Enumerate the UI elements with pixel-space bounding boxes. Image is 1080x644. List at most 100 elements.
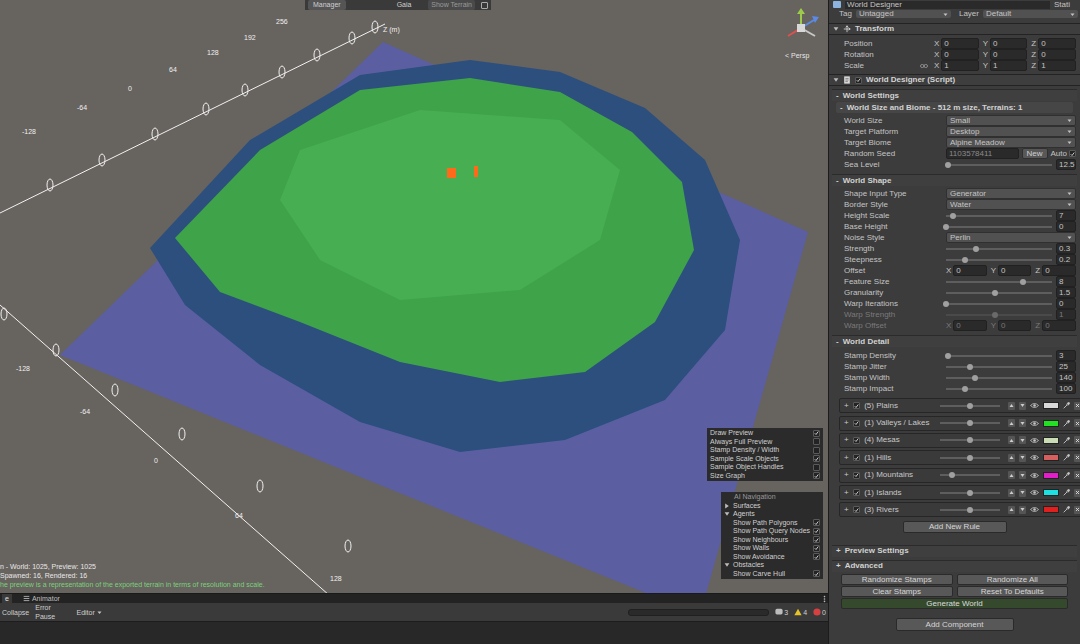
eyedropper-icon[interactable] bbox=[1063, 506, 1070, 513]
rule-expander[interactable]: + bbox=[844, 488, 849, 498]
foldout-icon[interactable] bbox=[833, 77, 839, 83]
orientation-gizmo-icon[interactable] bbox=[782, 8, 820, 48]
log-count[interactable]: 0 bbox=[813, 608, 826, 617]
scene-view[interactable]: ManagerGaiaShow TerrainZ (m)256192128640… bbox=[0, 0, 828, 593]
rule-enabled-checkbox[interactable] bbox=[853, 472, 860, 479]
toolbar-tab[interactable]: Manager bbox=[308, 0, 346, 10]
section-header[interactable]: -World Settings bbox=[832, 89, 1077, 101]
section-expander[interactable]: - bbox=[836, 337, 839, 347]
number-field[interactable]: 0 bbox=[941, 38, 978, 49]
preview-option[interactable]: Always Full Preview bbox=[710, 438, 820, 447]
color-swatch[interactable] bbox=[1043, 437, 1059, 444]
slider[interactable] bbox=[946, 385, 1052, 393]
component-enabled-checkbox[interactable] bbox=[855, 77, 862, 84]
number-field[interactable]: 3 bbox=[1056, 350, 1076, 361]
checkbox[interactable] bbox=[813, 464, 820, 471]
remove-rule-button[interactable] bbox=[1074, 489, 1080, 497]
slider-knob[interactable] bbox=[949, 472, 955, 478]
slider-knob[interactable] bbox=[992, 290, 998, 296]
color-swatch[interactable] bbox=[1043, 454, 1059, 461]
rule-expander[interactable]: + bbox=[844, 470, 849, 480]
console-dropdown[interactable]: Editor bbox=[76, 608, 101, 617]
number-field[interactable]: 0 bbox=[1042, 265, 1076, 276]
move-down-button[interactable] bbox=[1019, 489, 1026, 497]
layer-dropdown[interactable]: Default bbox=[983, 10, 1078, 18]
section-expander[interactable]: + bbox=[836, 546, 841, 556]
section-header[interactable]: -World Detail bbox=[832, 335, 1077, 347]
number-field[interactable]: 1.5 bbox=[1056, 287, 1076, 298]
eye-icon[interactable] bbox=[1030, 472, 1039, 479]
slider[interactable] bbox=[946, 278, 1052, 286]
number-field[interactable]: 0 bbox=[1056, 221, 1076, 232]
show-terrain-button[interactable]: Show Terrain bbox=[428, 0, 475, 10]
number-field[interactable]: 0 bbox=[990, 49, 1027, 60]
auto-seed-toggle[interactable]: Auto bbox=[1051, 149, 1076, 159]
color-swatch[interactable] bbox=[1043, 402, 1059, 409]
slider-knob[interactable] bbox=[962, 386, 968, 392]
remove-rule-button[interactable] bbox=[1074, 506, 1080, 514]
slider-knob[interactable] bbox=[967, 437, 973, 443]
eyedropper-icon[interactable] bbox=[1063, 402, 1070, 409]
checkbox[interactable] bbox=[813, 447, 820, 454]
slider[interactable] bbox=[946, 374, 1052, 382]
slider[interactable] bbox=[946, 300, 1052, 308]
rule-enabled-checkbox[interactable] bbox=[853, 402, 860, 409]
rule-enabled-checkbox[interactable] bbox=[853, 454, 860, 461]
toolbar-menu-icon[interactable] bbox=[481, 2, 488, 9]
number-field[interactable]: 0 bbox=[941, 49, 978, 60]
eye-icon[interactable] bbox=[1030, 402, 1039, 409]
add-rule-button[interactable]: Add New Rule bbox=[903, 521, 1007, 533]
color-swatch[interactable] bbox=[1043, 506, 1059, 513]
move-down-button[interactable] bbox=[1019, 506, 1026, 514]
static-label[interactable]: Stati bbox=[1054, 0, 1076, 9]
seed-field[interactable]: 1103578411 bbox=[946, 148, 1019, 159]
slider[interactable] bbox=[946, 245, 1052, 253]
section-header[interactable]: +Advanced bbox=[832, 560, 1077, 572]
checkbox[interactable] bbox=[813, 553, 820, 560]
slider[interactable] bbox=[946, 352, 1052, 360]
remove-rule-button[interactable] bbox=[1074, 454, 1080, 462]
log-count[interactable]: 3 bbox=[775, 608, 788, 617]
dropdown[interactable]: Perlin bbox=[946, 232, 1076, 243]
number-field[interactable]: 0 bbox=[953, 320, 986, 331]
move-down-button[interactable] bbox=[1019, 471, 1026, 479]
number-field[interactable]: 0 bbox=[1056, 298, 1076, 309]
eye-icon[interactable] bbox=[1030, 489, 1039, 496]
slider[interactable] bbox=[940, 506, 1000, 514]
transform-header[interactable]: Transform bbox=[829, 23, 1080, 35]
move-down-button[interactable] bbox=[1019, 402, 1026, 410]
section-header[interactable]: +Preview Settings bbox=[832, 545, 1077, 557]
eye-icon[interactable] bbox=[1030, 437, 1039, 444]
nav-option[interactable]: Show Carve Hull bbox=[724, 570, 820, 579]
slider-knob[interactable] bbox=[967, 364, 973, 370]
projection-label[interactable]: < Persp bbox=[785, 51, 809, 60]
eyedropper-icon[interactable] bbox=[1063, 437, 1070, 444]
slider[interactable] bbox=[946, 289, 1052, 297]
slider-knob[interactable] bbox=[945, 353, 951, 359]
slider[interactable] bbox=[946, 256, 1052, 264]
slider-knob[interactable] bbox=[967, 490, 973, 496]
eyedropper-icon[interactable] bbox=[1063, 454, 1070, 461]
dropdown[interactable]: Desktop bbox=[946, 126, 1076, 137]
slider[interactable] bbox=[946, 311, 1052, 319]
move-up-button[interactable] bbox=[1008, 506, 1015, 514]
move-down-button[interactable] bbox=[1019, 419, 1026, 427]
nav-option[interactable]: Show Neighbours bbox=[724, 536, 820, 545]
action-button[interactable]: Clear Stamps bbox=[841, 586, 953, 597]
color-swatch[interactable] bbox=[1043, 489, 1059, 496]
number-field[interactable]: 0 bbox=[998, 265, 1031, 276]
checkbox[interactable] bbox=[813, 472, 820, 479]
nav-option[interactable]: Show Path Query Nodes bbox=[724, 527, 820, 536]
number-field[interactable]: 0.2 bbox=[1056, 254, 1076, 265]
checkbox[interactable] bbox=[813, 545, 820, 552]
nav-option[interactable]: Show Avoidance bbox=[724, 553, 820, 562]
checkbox[interactable] bbox=[813, 519, 820, 526]
action-button[interactable]: Randomize All bbox=[957, 574, 1069, 585]
preview-option[interactable]: Stamp Density / Width bbox=[710, 446, 820, 455]
move-up-button[interactable] bbox=[1008, 402, 1015, 410]
subsection-header[interactable]: -World Size and Biome - 512 m size, Terr… bbox=[836, 102, 1073, 113]
slider-knob[interactable] bbox=[967, 403, 973, 409]
slider[interactable] bbox=[940, 419, 1000, 427]
link-icon[interactable] bbox=[920, 63, 928, 69]
checkbox[interactable] bbox=[813, 536, 820, 543]
